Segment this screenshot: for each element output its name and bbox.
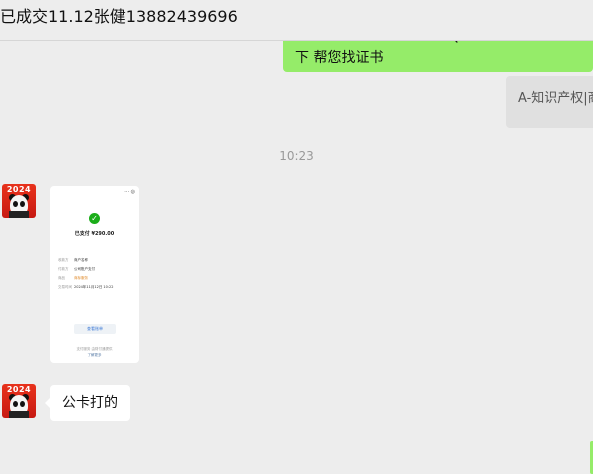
view-bill-button: 查看账单 bbox=[74, 324, 116, 334]
received-message-text: 公卡打的 bbox=[62, 395, 118, 411]
paid-amount: 已支付 ¥290.00 bbox=[74, 231, 115, 237]
receipt-row: 商品 商标服务 bbox=[58, 276, 88, 280]
receipt-footer-link: 了解更多 bbox=[87, 353, 102, 357]
sent-message-text: 下 帮您找证书 bbox=[295, 50, 384, 66]
avatar-year-text: 2024 bbox=[6, 385, 32, 394]
payment-screenshot-image[interactable]: ··· ◎ ✓ 已支付 ¥290.00 收款方 商户名称 付款方 公司账户支付 商品… bbox=[50, 186, 139, 363]
time-separator: 10:23 bbox=[279, 149, 314, 163]
link-card-title: A-知识产权|商 bbox=[518, 91, 593, 106]
chat-header: 已成交11.12张健13882439696 bbox=[0, 0, 593, 41]
truncated-text: 、 bbox=[453, 41, 467, 47]
avatar-year-text: 2024 bbox=[6, 185, 32, 194]
receipt-footer: 支付服务 由财付通提供 bbox=[76, 347, 113, 351]
sent-message-bubble[interactable]: 、 下 帮您找证书 bbox=[283, 41, 593, 72]
message-list[interactable]: 、 下 帮您找证书 A-知识产权|商 10:23 2024 ··· ◎ ✓ 已支… bbox=[0, 41, 593, 474]
chat-title: 已成交11.12张健13882439696 bbox=[0, 7, 238, 26]
receipt-row: 交易时间 2024年11月12日 10:22 bbox=[58, 285, 114, 289]
contact-avatar[interactable]: 2024 bbox=[2, 384, 36, 418]
success-check-icon: ✓ bbox=[89, 213, 100, 224]
receipt-row: 收款方 商户名称 bbox=[58, 258, 88, 262]
sent-link-card[interactable]: A-知识产权|商 bbox=[506, 76, 593, 128]
receipt-row: 付款方 公司账户支付 bbox=[58, 267, 95, 271]
more-icon: ··· ◎ bbox=[124, 189, 135, 195]
contact-avatar[interactable]: 2024 bbox=[2, 184, 36, 218]
received-message-bubble[interactable]: 公卡打的 bbox=[45, 385, 130, 421]
